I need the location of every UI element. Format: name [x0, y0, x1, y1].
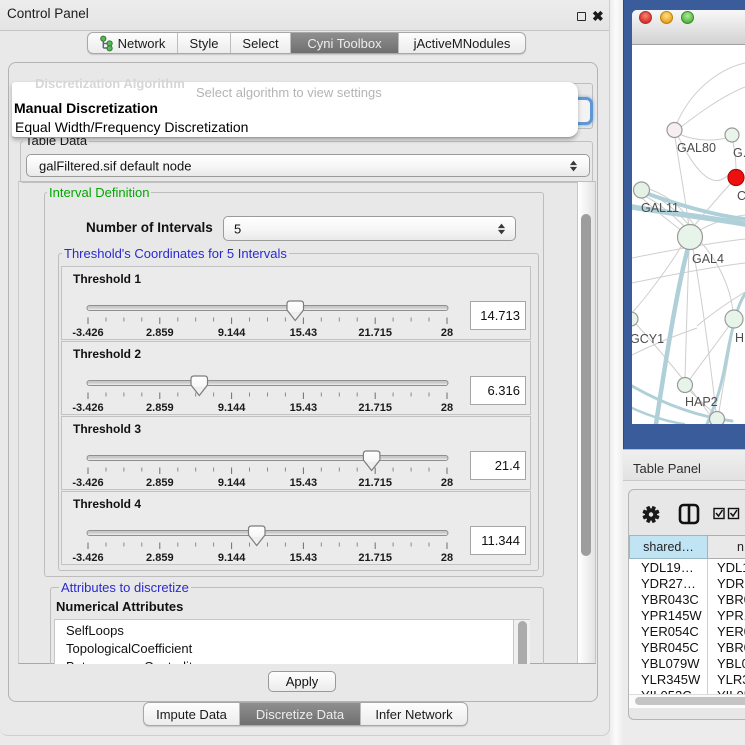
svg-text:HAP2: HAP2: [685, 395, 718, 409]
svg-text:H: H: [735, 331, 744, 345]
svg-text:G.: G.: [733, 146, 745, 160]
svg-text:GCY1: GCY1: [632, 332, 664, 346]
svg-text:GAL80: GAL80: [677, 141, 716, 155]
svg-text:GAL11: GAL11: [641, 201, 679, 215]
svg-text:GAL4: GAL4: [692, 252, 724, 266]
svg-text:C: C: [737, 189, 745, 203]
